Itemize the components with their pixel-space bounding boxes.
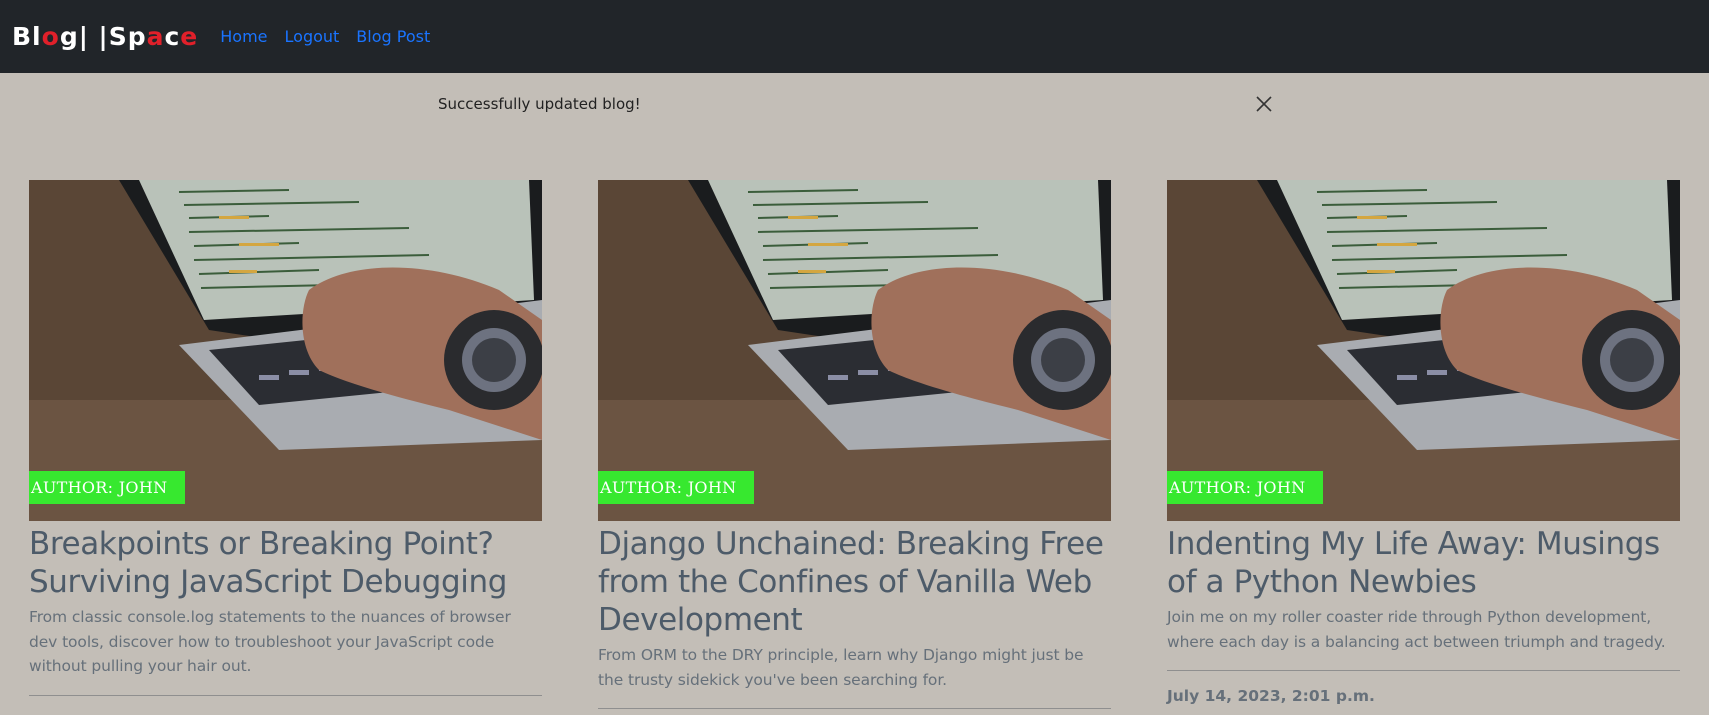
alert-message: Successfully updated blog!	[438, 95, 641, 113]
navbar: Bl o g | | Sp a c e Home Logout Blog Post	[0, 0, 1709, 73]
nav-link-blog-post[interactable]: Blog Post	[356, 27, 430, 46]
blog-card[interactable]: AUTHOR: JOHN Django Unchained: Breaking …	[598, 180, 1111, 709]
card-title[interactable]: Django Unchained: Breaking Free from the…	[598, 525, 1111, 639]
author-badge: AUTHOR: JOHN	[1167, 471, 1324, 504]
brand-part: Bl	[12, 22, 42, 51]
card-divider	[29, 694, 542, 696]
card-description: From classic console.log statements to t…	[29, 608, 511, 675]
brand-part: e	[180, 22, 199, 51]
author-badge: AUTHOR: JOHN	[29, 471, 186, 504]
card-divider	[1167, 670, 1680, 671]
blog-card[interactable]: AUTHOR: JOHN Indenting My Life Away: Mus…	[1167, 180, 1680, 705]
close-icon[interactable]	[1252, 92, 1276, 116]
brand-part: | |	[78, 22, 109, 51]
nav-link-home[interactable]: Home	[220, 27, 267, 46]
brand-part: g	[59, 22, 79, 51]
nav-links: Home Logout Blog Post	[220, 27, 447, 46]
laptop-photo	[1167, 180, 1680, 521]
card-divider	[598, 708, 1111, 709]
card-description: From ORM to the DRY principle, learn why…	[598, 646, 1084, 689]
card-date: July 14, 2023, 2:01 p.m.	[1167, 687, 1375, 705]
card-title[interactable]: Breakpoints or Breaking Point? Surviving…	[29, 525, 542, 601]
laptop-photo	[598, 180, 1111, 521]
blog-card[interactable]: AUTHOR: JOHN Breakpoints or Breaking Poi…	[29, 180, 542, 696]
brand-part: a	[146, 22, 165, 51]
brand-part: c	[164, 22, 181, 51]
success-alert: Successfully updated blog!	[438, 92, 1278, 116]
brand-logo[interactable]: Bl o g | | Sp a c e	[12, 22, 198, 51]
card-image[interactable]: AUTHOR: JOHN	[598, 180, 1111, 521]
brand-part: o	[41, 22, 60, 51]
card-image[interactable]: AUTHOR: JOHN	[1167, 180, 1680, 521]
brand-part: Sp	[108, 22, 147, 51]
author-badge: AUTHOR: JOHN	[598, 471, 755, 504]
card-title[interactable]: Indenting My Life Away: Musings of a Pyt…	[1167, 525, 1680, 601]
laptop-photo	[29, 180, 542, 521]
card-description: Join me on my roller coaster ride throug…	[1167, 608, 1666, 651]
close-icon-graphic	[1256, 96, 1272, 112]
nav-link-logout[interactable]: Logout	[285, 27, 340, 46]
card-image[interactable]: AUTHOR: JOHN	[29, 180, 542, 521]
